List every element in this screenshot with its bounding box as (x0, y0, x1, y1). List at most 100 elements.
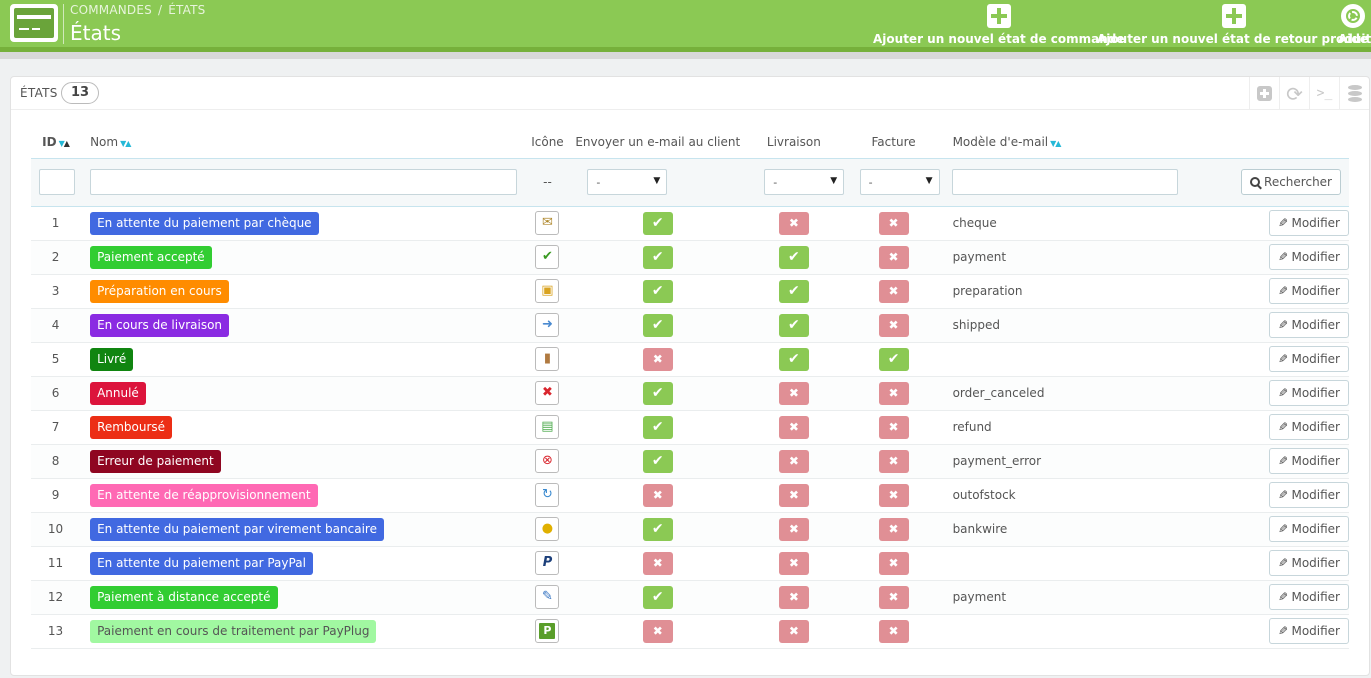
plus-icon (1222, 4, 1247, 28)
filter-delivery-select[interactable]: - (764, 169, 845, 195)
edit-button[interactable]: ✎ Modifier (1269, 210, 1349, 236)
table-row[interactable]: 1 En attente du paiement par chèque ✉ ✔ ✖ ✖ ch… (31, 206, 1349, 241)
delivery-cross-icon[interactable]: ✖ (778, 483, 809, 507)
table-row[interactable]: 12 Paiement à distance accepté ✎ ✔ ✖ ✖ payment… (31, 580, 1349, 615)
send-email-check-icon[interactable]: ✔ (642, 211, 673, 235)
edit-button[interactable]: ✎ Modifier (1269, 448, 1349, 474)
send-email-check-icon[interactable]: ✔ (642, 415, 673, 439)
row-id: 3 (31, 274, 81, 309)
help-button[interactable]: Aide (1338, 4, 1368, 46)
edit-button[interactable]: ✎ Modifier (1269, 584, 1349, 610)
invoice-cross-icon[interactable]: ✖ (878, 449, 909, 473)
edit-button[interactable]: ✎ Modifier (1269, 346, 1349, 372)
filter-id-input[interactable] (39, 169, 75, 195)
delivery-cross-icon[interactable]: ✖ (778, 211, 809, 235)
sort-icon[interactable]: ▼▲ (1050, 139, 1061, 148)
delivery-check-icon[interactable]: ✔ (778, 245, 809, 269)
filter-invoice-select[interactable]: - (859, 169, 940, 195)
sort-icon[interactable]: ▼▲ (120, 139, 131, 148)
edit-button[interactable]: ✎ Modifier (1269, 244, 1349, 270)
delivery-check-icon[interactable]: ✔ (778, 347, 809, 371)
col-name[interactable]: Nom ▼▲ (80, 127, 520, 158)
invoice-check-icon[interactable]: ✔ (878, 347, 909, 371)
filter-name-input[interactable] (90, 169, 518, 195)
search-button[interactable]: Rechercher (1241, 169, 1341, 195)
send-email-cross-icon[interactable]: ✖ (642, 619, 673, 643)
send-email-cross-icon[interactable]: ✖ (642, 551, 673, 575)
delivery-cross-icon[interactable]: ✖ (778, 585, 809, 609)
invoice-cross-icon[interactable]: ✖ (878, 415, 909, 439)
edit-button[interactable]: ✎ Modifier (1269, 414, 1349, 440)
pencil-icon: ✎ (1278, 522, 1289, 536)
table-row[interactable]: 7 Remboursé ▤ ✔ ✖ ✖ refund ✎ Modifier (31, 410, 1349, 445)
table-row[interactable]: 13 Paiement en cours de traitement par Pa… (31, 614, 1349, 649)
sort-icon[interactable]: ▼▲ (59, 139, 70, 148)
delivery-check-icon[interactable]: ✔ (778, 313, 809, 337)
email-template: order_canceled (939, 376, 1180, 411)
delivery-cross-icon[interactable]: ✖ (778, 551, 809, 575)
send-email-check-icon[interactable]: ✔ (642, 279, 673, 303)
door-icon: ▮ (535, 347, 560, 371)
invoice-cross-icon[interactable]: ✖ (878, 211, 909, 235)
table-row[interactable]: 10 En attente du paiement par virement ba… (31, 512, 1349, 547)
row-id: 13 (31, 614, 81, 649)
filter-send-email-select[interactable]: - (587, 169, 668, 195)
edit-button[interactable]: ✎ Modifier (1269, 516, 1349, 542)
state-name-tag: En attente du paiement par PayPal (90, 551, 313, 575)
panel-heading: ÉTATS 13 ⟳ >_ (11, 77, 1369, 110)
table-row[interactable]: 9 En attente de réapprovisionnement ↻ ✖ ✖ ✖ ou… (31, 478, 1349, 513)
delivery-cross-icon[interactable]: ✖ (778, 415, 809, 439)
send-email-cross-icon[interactable]: ✖ (642, 483, 673, 507)
state-name-tag: Erreur de paiement (90, 449, 221, 473)
delivery-cross-icon[interactable]: ✖ (778, 619, 809, 643)
invoice-cross-icon[interactable]: ✖ (878, 381, 909, 405)
table-row[interactable]: 11 En attente du paiement par PayPal P ✖ ✖ ✖ ✎… (31, 546, 1349, 581)
invoice-cross-icon[interactable]: ✖ (878, 551, 909, 575)
table-row[interactable]: 3 Préparation en cours ▣ ✔ ✔ ✖ preparation ✎ Mod… (31, 274, 1349, 309)
send-email-check-icon[interactable]: ✔ (642, 313, 673, 337)
breadcrumb-orders[interactable]: COMMANDES (70, 3, 152, 17)
email-template (939, 614, 1180, 649)
send-email-cross-icon[interactable]: ✖ (642, 347, 673, 371)
invoice-cross-icon[interactable]: ✖ (878, 245, 909, 269)
table-row[interactable]: 8 Erreur de paiement ⊗ ✔ ✖ ✖ payment_error ✎ Mod… (31, 444, 1349, 479)
col-id[interactable]: ID ▼▲ (31, 127, 80, 158)
filter-template-input[interactable] (951, 169, 1178, 195)
add-new-tool-button[interactable] (1249, 77, 1279, 110)
delivery-cross-icon[interactable]: ✖ (778, 517, 809, 541)
count-badge: 13 (61, 82, 100, 104)
col-email-template[interactable]: Modèle d'e-mail ▼▲ (940, 127, 1180, 158)
lifebuoy-icon (1341, 4, 1366, 28)
pencil-icon: ✎ (1278, 216, 1289, 230)
export-tool-button[interactable] (1339, 77, 1369, 110)
send-email-check-icon[interactable]: ✔ (642, 449, 673, 473)
edit-button[interactable]: ✎ Modifier (1269, 550, 1349, 576)
table-row[interactable]: 5 Livré ▮ ✖ ✔ ✔ ✎ Modifier (31, 342, 1349, 377)
sql-query-tool-button[interactable]: >_ (1309, 77, 1339, 110)
edit-button[interactable]: ✎ Modifier (1269, 380, 1349, 406)
invoice-cross-icon[interactable]: ✖ (878, 585, 909, 609)
send-email-check-icon[interactable]: ✔ (642, 381, 673, 405)
table-row[interactable]: 2 Paiement accepté ✔ ✔ ✔ ✖ payment ✎ Modifier (31, 240, 1349, 275)
send-email-check-icon[interactable]: ✔ (642, 245, 673, 269)
invoice-cross-icon[interactable]: ✖ (878, 619, 909, 643)
email-template: bankwire (939, 512, 1180, 547)
table-row[interactable]: 4 En cours de livraison ➜ ✔ ✔ ✖ shipped ✎ Modifi… (31, 308, 1349, 343)
add-return-state-button[interactable]: Ajouter un nouvel état de retour produit (1097, 4, 1371, 46)
invoice-cross-icon[interactable]: ✖ (878, 313, 909, 337)
table-row[interactable]: 6 Annulé ✖ ✔ ✖ ✖ order_canceled ✎ Modifier (31, 376, 1349, 411)
delivery-check-icon[interactable]: ✔ (778, 279, 809, 303)
edit-button[interactable]: ✎ Modifier (1269, 482, 1349, 508)
invoice-cross-icon[interactable]: ✖ (878, 279, 909, 303)
invoice-cross-icon[interactable]: ✖ (878, 517, 909, 541)
edit-button[interactable]: ✎ Modifier (1269, 618, 1349, 644)
delivery-cross-icon[interactable]: ✖ (778, 381, 809, 405)
invoice-cross-icon[interactable]: ✖ (878, 483, 909, 507)
refresh-tool-button[interactable]: ⟳ (1279, 77, 1309, 110)
add-order-state-button[interactable]: Ajouter un nouvel état de commande (873, 4, 1125, 46)
edit-button[interactable]: ✎ Modifier (1269, 278, 1349, 304)
delivery-cross-icon[interactable]: ✖ (778, 449, 809, 473)
send-email-check-icon[interactable]: ✔ (642, 585, 673, 609)
edit-button[interactable]: ✎ Modifier (1269, 312, 1349, 338)
send-email-check-icon[interactable]: ✔ (642, 517, 673, 541)
